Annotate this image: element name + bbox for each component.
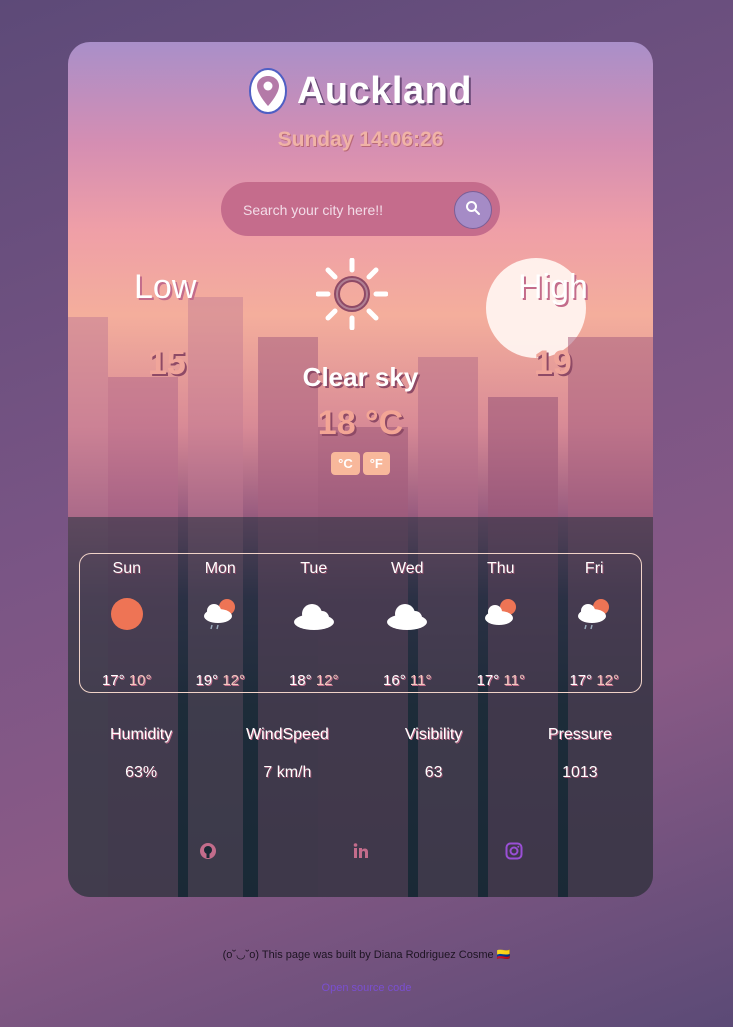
forecast-high: 18° (288, 672, 312, 689)
stat-value: 1013 (562, 764, 598, 781)
forecast-temps: 16° 11° (361, 672, 455, 689)
search-icon (465, 200, 481, 221)
unit-toggle: °C °F (68, 452, 653, 475)
sun-cloud-rain-icon (198, 594, 242, 634)
search-input[interactable] (241, 182, 465, 238)
celsius-button[interactable]: °C (331, 452, 360, 475)
stat-visibility: Visibility 63 (361, 726, 507, 782)
sun-cloud-rain-icon (572, 594, 616, 634)
search-bar (221, 182, 500, 238)
search-button[interactable] (454, 191, 492, 229)
forecast-temps: 18° 12° (267, 672, 361, 689)
forecast-day: Tue 18° 12° (267, 554, 361, 692)
forecast-day: Sun 17° 10° (80, 554, 174, 692)
stat-pressure: Pressure 1013 (507, 726, 653, 782)
forecast-low: 10° (128, 672, 152, 689)
forecast-day: Mon 19° 12° (174, 554, 268, 692)
low-label: Low (134, 268, 197, 306)
forecast-day-name: Sun (112, 560, 141, 577)
instagram-icon[interactable] (505, 842, 523, 860)
current-temperature: 18 °C (317, 404, 404, 442)
forecast-day: Wed 16° 11° (361, 554, 455, 692)
stat-label: Humidity (110, 726, 173, 743)
forecast-day: Fri 17° 12° (548, 554, 642, 692)
stat-label: Pressure (547, 726, 612, 743)
forecast-high: 17° (476, 672, 500, 689)
stat-label: Visibility (404, 726, 463, 743)
city-name: Auckland (296, 69, 473, 112)
forecast-low: 12° (222, 672, 246, 689)
forecast-day-name: Mon (204, 560, 236, 577)
location-pin-icon (248, 68, 287, 114)
forecast-temps: 17° 12° (548, 672, 642, 689)
current-datetime: Sunday 14:06:26 (277, 128, 444, 151)
forecast-low: 11° (503, 672, 525, 689)
forecast-temps: 19° 12° (174, 672, 268, 689)
linkedin-icon[interactable] (352, 842, 370, 860)
forecast-day-name: Fri (584, 560, 604, 577)
weather-card: Auckland Sunday 14:06:26 Low High 15 19 (68, 42, 653, 897)
source-code-link[interactable]: Open source code (0, 982, 733, 994)
forecast-high: 19° (195, 672, 219, 689)
forecast-day: Thu 17° 11° (454, 554, 548, 692)
forecast-temps: 17° 10° (80, 672, 174, 689)
forecast-high: 17° (569, 672, 593, 689)
fahrenheit-button[interactable]: °F (362, 452, 390, 475)
stat-value: 63% (125, 764, 158, 781)
forecast-low: 12° (596, 672, 620, 689)
stat-windspeed: WindSpeed 7 km/h (214, 726, 360, 782)
sun-icon (315, 257, 389, 331)
forecast-temps: 17° 11° (454, 672, 548, 689)
footer-text: (o˘◡˘o) This page was built by Diana Rod… (222, 949, 511, 961)
cloud-icon (292, 594, 336, 634)
forecast-high: 16° (383, 672, 406, 689)
cloud-icon (385, 594, 429, 634)
high-label: High (518, 268, 588, 306)
forecast-day-name: Tue (300, 560, 328, 577)
social-links (68, 842, 653, 862)
sun-cloud-icon (479, 594, 523, 634)
forecast-low: 11° (409, 672, 432, 689)
forecast-day-name: Wed (390, 560, 424, 577)
github-icon[interactable] (199, 842, 217, 860)
stat-value: 7 km/h (263, 764, 312, 781)
forecast-day-name: Thu (486, 560, 515, 577)
forecast-panel: Sun 17° 10° Mon 19° 12° Tue 18° 12° Wed … (79, 553, 642, 693)
stat-humidity: Humidity 63% (68, 726, 214, 782)
forecast-high: 17° (101, 672, 125, 689)
weather-description: Clear sky (302, 362, 419, 392)
title-row: Auckland (68, 68, 653, 114)
forecast-low: 12° (315, 672, 339, 689)
stats-row: Humidity 63% WindSpeed 7 km/h Visibility… (68, 726, 653, 782)
stat-value: 63 (424, 764, 443, 781)
sun-icon (105, 594, 149, 634)
stat-label: WindSpeed (246, 726, 329, 743)
